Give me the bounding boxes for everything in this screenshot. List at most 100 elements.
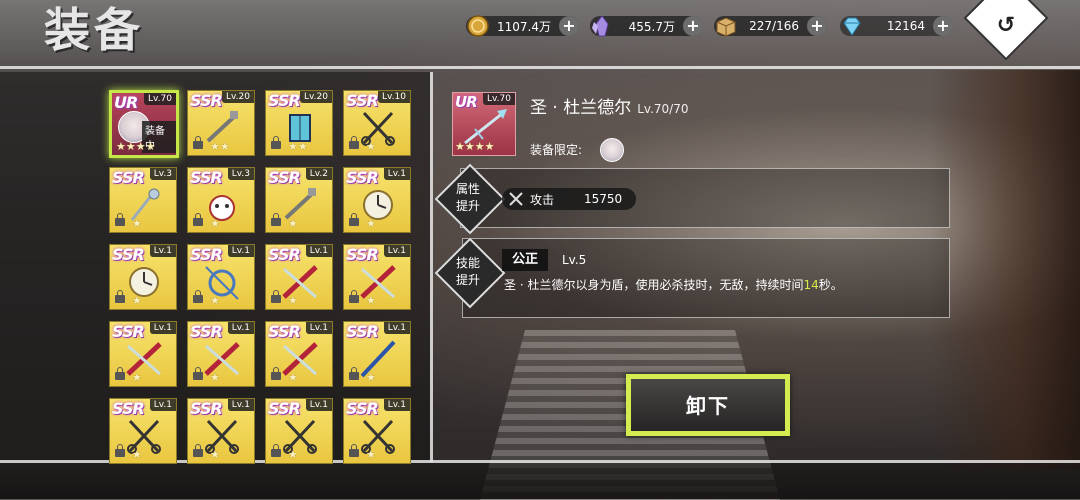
equipment-slot[interactable]: SSR Lv.10 ★ (343, 90, 411, 156)
equipment-name-row: 圣 · 杜兰德尔 Lv.70/70 (530, 93, 688, 118)
attack-label: 攻击 (530, 192, 555, 207)
equipment-slot[interactable]: SSR Lv.20 ★★ (187, 90, 255, 156)
detail-star-icon: ★★★★ (455, 140, 495, 153)
rarity-label: SSR (190, 245, 223, 264)
equipment-art-icon (284, 188, 316, 220)
unequip-button[interactable]: 卸下 (626, 374, 790, 436)
lock-icon (271, 290, 281, 303)
add-gold-button[interactable]: + (559, 16, 579, 36)
lock-icon (349, 290, 359, 303)
level-badge: Lv.10 (378, 91, 410, 103)
add-diamond-button[interactable]: + (933, 16, 953, 36)
rarity-label: SSR (190, 91, 223, 110)
equipment-slot[interactable]: SSR Lv.1 ★ (343, 321, 411, 387)
star-icon: ★ (288, 448, 298, 461)
equipment-art-icon (205, 266, 239, 300)
lock-icon (271, 367, 281, 380)
back-arrow-icon[interactable]: ↺ (990, 10, 1022, 42)
rarity-label: SSR (346, 322, 379, 341)
equipment-slot[interactable]: SSR Lv.1 ★ (343, 398, 411, 464)
star-icon: ★★ (210, 140, 230, 153)
rarity-label: SSR (268, 91, 301, 110)
rarity-label: SSR (190, 322, 223, 341)
rarity-label: UR (114, 93, 138, 112)
equipment-slot[interactable]: SSR Lv.1 ★ (343, 167, 411, 233)
footer-strip (0, 463, 1080, 499)
equipment-art-icon (204, 342, 240, 376)
lock-icon (115, 290, 125, 303)
rarity-label: SSR (112, 322, 145, 341)
detail-item-image: UR Lv.70 ★★★★ (452, 92, 516, 156)
skill-name: 公正 (502, 249, 549, 271)
equipment-art-icon (361, 419, 395, 454)
attack-value: 15750 (584, 192, 623, 206)
equipment-slot[interactable]: SSR Lv.1 ★ (109, 244, 177, 310)
lock-icon (349, 136, 359, 149)
rarity-label: SSR (112, 399, 145, 418)
resource-gold: 1107.4万 + (466, 14, 579, 38)
level-badge: Lv.1 (305, 322, 332, 334)
rarity-label: SSR (346, 91, 379, 110)
add-box-button[interactable]: + (807, 16, 827, 36)
lock-icon (193, 444, 203, 457)
equipment-slot[interactable]: SSR Lv.1 ★ (109, 321, 177, 387)
resource-box: 227/166 + (714, 14, 827, 38)
rarity-label: SSR (268, 168, 301, 187)
level-badge: Lv.1 (227, 322, 254, 334)
equipment-art-icon (361, 111, 395, 146)
equipment-slot[interactable]: SSR Lv.1 ★ (187, 398, 255, 464)
level-badge: Lv.1 (305, 245, 332, 257)
equipment-slot[interactable]: SSR Lv.3 ★ (187, 167, 255, 233)
lock-icon (115, 213, 125, 226)
crystal-value: 455.7万 (628, 19, 675, 34)
equipment-slot[interactable]: SSR Lv.1 ★ (265, 321, 333, 387)
equipment-art-icon (360, 265, 396, 299)
equipment-art-icon (205, 419, 239, 454)
rarity-label: SSR (346, 399, 379, 418)
limit-character-avatar (600, 138, 624, 162)
level-badge: Lv.1 (227, 245, 254, 257)
level-badge: Lv.20 (300, 91, 332, 103)
equipment-slot[interactable]: SSR Lv.1 ★ (187, 244, 255, 310)
lock-icon (349, 444, 359, 457)
star-icon: ★ (210, 217, 220, 230)
lock-icon (193, 367, 203, 380)
level-badge: Lv.1 (149, 245, 176, 257)
equipment-slot[interactable]: SSR Lv.1 ★ (343, 244, 411, 310)
level-badge: Lv.1 (383, 168, 410, 180)
lock-icon (271, 444, 281, 457)
equipment-slot[interactable]: SSR Lv.20 ★★ (265, 90, 333, 156)
panel-divider (430, 72, 433, 462)
equipment-slot[interactable]: SSR Lv.1 ★ (265, 244, 333, 310)
equipment-art-icon (130, 188, 160, 221)
star-icon: ★ (366, 217, 376, 230)
attack-stat: 攻击 15750 (502, 188, 637, 210)
equip-limit-label: 装备限定: (530, 143, 583, 157)
lock-icon (193, 136, 203, 149)
star-icon: ★ (366, 371, 376, 384)
equipment-level: Lv.70/70 (637, 102, 689, 116)
equipment-slot[interactable]: SSR Lv.1 ★ (187, 321, 255, 387)
rarity-label: SSR (112, 245, 145, 264)
lock-icon (349, 367, 359, 380)
equipment-slot[interactable]: SSR Lv.1 ★ (109, 398, 177, 464)
equipment-slot[interactable]: UR Lv.70 装备中 ★★★★ (109, 90, 179, 158)
equipment-slot[interactable]: SSR Lv.1 ★ (265, 398, 333, 464)
skill-tag: 技能 提升 (455, 256, 480, 287)
level-badge: Lv.2 (305, 168, 332, 180)
star-icon: ★★★★ (116, 140, 156, 153)
add-crystal-button[interactable]: + (683, 16, 703, 36)
star-icon: ★ (132, 217, 142, 230)
crossed-swords-icon (509, 192, 523, 206)
star-icon: ★ (366, 294, 376, 307)
star-icon: ★ (132, 294, 142, 307)
equipment-art-icon (360, 340, 396, 378)
resource-crystal: 455.7万 + (590, 14, 703, 38)
detail-level-badge: Lv.70 (483, 93, 515, 105)
diamond-value: 12164 (886, 19, 925, 33)
equipment-slot[interactable]: SSR Lv.2 ★ (265, 167, 333, 233)
equipment-slot[interactable]: SSR Lv.3 ★ (109, 167, 177, 233)
gold-coin-icon (467, 15, 489, 37)
rarity-label: SSR (268, 245, 301, 264)
skill-desc-suffix: 秒。 (818, 278, 843, 292)
